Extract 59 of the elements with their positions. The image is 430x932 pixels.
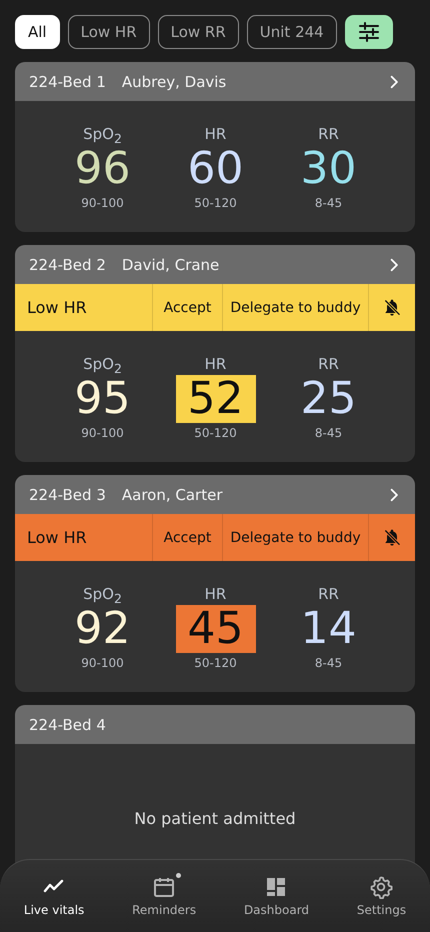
calendar-icon (152, 875, 176, 899)
filter-chip[interactable]: Low HR (68, 15, 150, 49)
vital-label: HR (204, 585, 226, 605)
bed-label: 224-Bed 4 (29, 716, 106, 734)
vital-range: 50-120 (194, 426, 237, 440)
vital-label: SpO$_{2}$ (83, 585, 122, 605)
vital-value: 45 (176, 605, 256, 653)
vital-label: RR (318, 125, 339, 145)
bed-label: 224-Bed 3 (29, 486, 106, 504)
alert-action-button[interactable]: Accept (152, 284, 222, 331)
vital-range: 8-45 (314, 196, 342, 210)
filter-chip[interactable]: Unit 244 (246, 15, 337, 49)
card-header[interactable]: 224-Bed 4 (15, 705, 415, 744)
vital-range: 8-45 (314, 426, 342, 440)
filter-button[interactable] (344, 15, 393, 49)
vital-label: SpO$_{2}$ (83, 125, 122, 145)
patient-name: David, Crane (122, 256, 220, 274)
card-header[interactable]: 224-Bed 3 Aaron, Carter (15, 475, 415, 514)
empty-message: No patient admitted (134, 809, 296, 828)
vital-label: HR (204, 355, 226, 375)
vital-range: 50-120 (194, 656, 237, 670)
vital-value: 95 (74, 375, 132, 423)
bed-label: 224-Bed 2 (29, 256, 106, 274)
vital-value: 92 (74, 605, 132, 653)
vital-value: 25 (300, 375, 358, 423)
vital-value: 30 (300, 145, 358, 193)
sliders-icon (356, 20, 381, 44)
card-header[interactable]: 224-Bed 2 David, Crane (15, 245, 415, 284)
vital-range: 8-45 (314, 656, 342, 670)
vital-range: 90-100 (81, 656, 124, 670)
vital-range: 50-120 (194, 196, 237, 210)
alert-label: Low HR (26, 297, 88, 319)
alert-action-button[interactable]: Accept (152, 514, 222, 561)
vital-value: 60 (186, 145, 244, 193)
filter-chip[interactable]: All (15, 15, 60, 49)
alert-action-button[interactable]: Delegate to buddy (222, 514, 368, 561)
alert-action-button[interactable]: Delegate to buddy (222, 284, 368, 331)
patient-name: Aaron, Carter (122, 486, 224, 504)
vital-value: 52 (176, 375, 256, 423)
nav-tab[interactable]: Settings (352, 875, 410, 917)
vital-value: 14 (300, 605, 358, 653)
muted-bell-icon (382, 528, 402, 548)
nav-tab[interactable]: Reminders (128, 875, 200, 917)
muted-bell-icon (382, 298, 402, 318)
vital-range: 90-100 (81, 426, 124, 440)
card-header[interactable]: 224-Bed 1 Aubrey, Davis (15, 62, 415, 101)
bed-label: 224-Bed 1 (29, 72, 106, 90)
settings-icon (369, 875, 394, 899)
nav-tab[interactable]: Dashboard (240, 875, 314, 917)
nav-tab[interactable]: Live vitals (20, 875, 88, 917)
patient-name: Aubrey, Davis (122, 72, 228, 90)
vital-label: SpO$_{2}$ (83, 355, 122, 375)
vital-value: 96 (74, 145, 132, 193)
vital-label: RR (318, 355, 339, 375)
vital-range: 90-100 (81, 196, 124, 210)
filter-chip[interactable]: Low RR (158, 15, 239, 49)
vital-label: HR (204, 125, 226, 145)
alert-label: Low HR (26, 527, 88, 549)
vital-label: RR (318, 585, 339, 605)
